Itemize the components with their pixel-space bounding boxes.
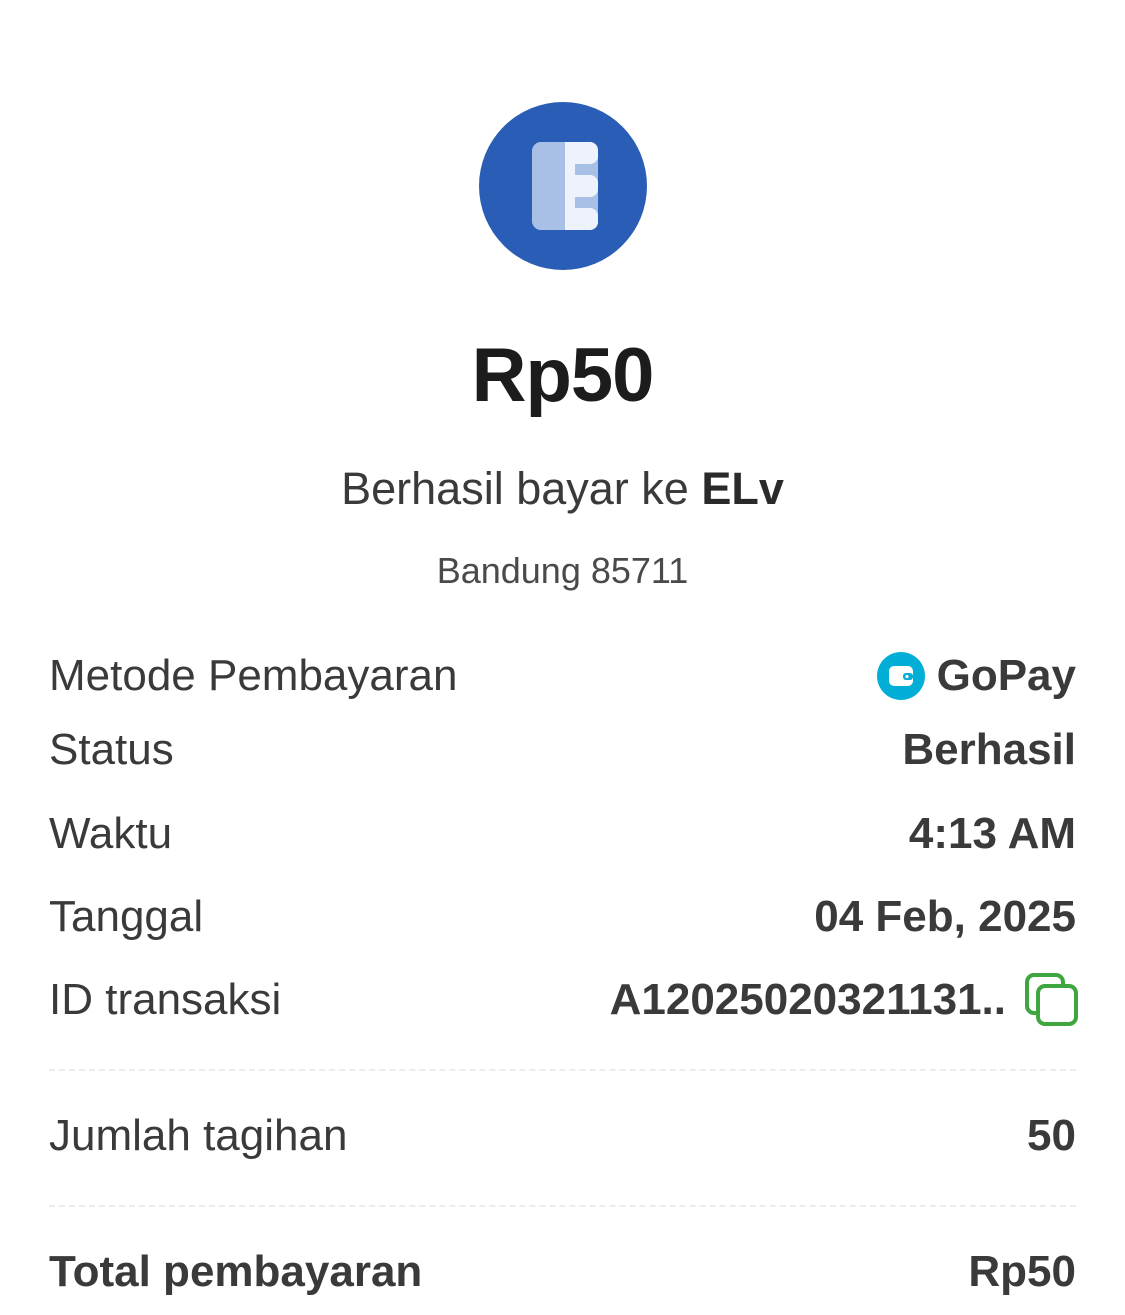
bill-amount-row: Jumlah tagihan 50 <box>49 1106 1076 1166</box>
transaction-id-label: ID transaksi <box>49 975 282 1024</box>
payment-method-value-wrap: GoPay <box>876 651 1076 701</box>
date-row: Tanggal 04 Feb, 2025 <box>49 887 1076 947</box>
transaction-id-row: ID transaksi A12025020321131.. <box>49 970 1078 1030</box>
total-payment-label: Total pembayaran <box>49 1247 423 1296</box>
date-label: Tanggal <box>49 892 204 941</box>
time-row: Waktu 4:13 AM <box>49 804 1076 864</box>
merchant-logo <box>479 102 647 270</box>
time-value: 4:13 AM <box>908 809 1076 858</box>
divider <box>49 1069 1076 1071</box>
status-label: Status <box>49 725 174 774</box>
payment-method-label: Metode Pembayaran <box>49 651 458 700</box>
payment-subtitle: Berhasil bayar ke ELv <box>0 463 1125 515</box>
status-value: Berhasil <box>902 725 1076 774</box>
transaction-id-value: A12025020321131.. <box>609 975 1006 1024</box>
copy-icon[interactable] <box>1024 972 1080 1028</box>
merchant-name: ELv <box>701 463 784 514</box>
subtitle-prefix: Berhasil bayar ke <box>341 463 689 514</box>
bill-amount-value: 50 <box>1027 1111 1076 1160</box>
payment-method-value: GoPay <box>936 651 1076 700</box>
wallet-icon <box>876 652 925 700</box>
date-value: 04 Feb, 2025 <box>814 892 1076 941</box>
payment-amount: Rp50 <box>471 333 655 418</box>
total-payment-row: Total pembayaran Rp50 <box>49 1242 1076 1302</box>
transaction-id-value-wrap: A12025020321131.. <box>609 972 1078 1028</box>
bill-amount-label: Jumlah tagihan <box>49 1111 348 1160</box>
status-row: Status Berhasil <box>49 720 1076 780</box>
time-label: Waktu <box>49 809 173 858</box>
merchant-location: Bandung 85711 <box>436 550 689 591</box>
divider <box>49 1205 1076 1207</box>
merchant-logo-icon <box>532 142 598 230</box>
payment-method-row: Metode Pembayaran GoPay <box>49 646 1076 706</box>
total-payment-value: Rp50 <box>968 1247 1076 1296</box>
